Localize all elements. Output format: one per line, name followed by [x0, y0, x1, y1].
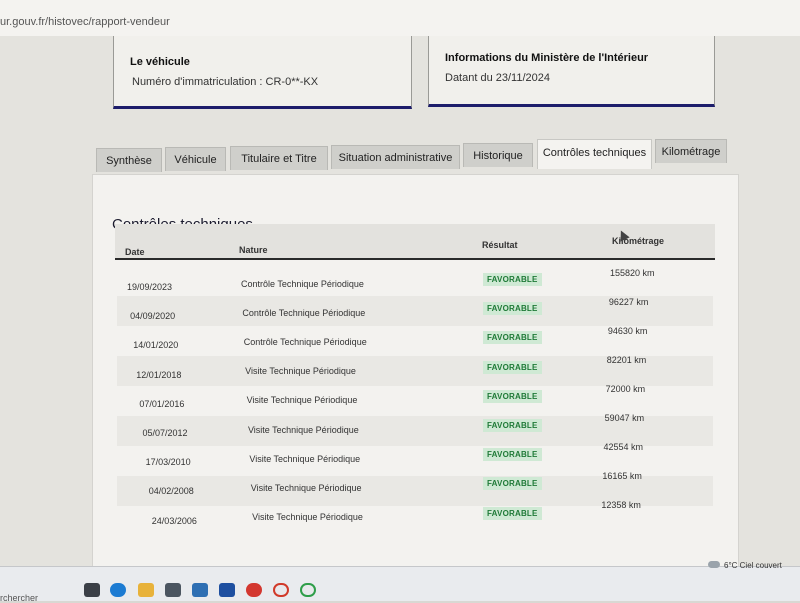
result-badge: FAVORABLE [483, 302, 542, 316]
cell-nature: Visite Technique Périodique [250, 482, 362, 493]
vehicle-card-title: Le véhicule [130, 56, 190, 68]
ministry-card: Informations du Ministère de l'Intérieur… [428, 36, 715, 107]
cell-nature: Contrôle Technique Périodique [242, 308, 366, 319]
cell-date: 19/09/2023 [127, 282, 173, 292]
edge-icon[interactable] [110, 583, 126, 597]
result-badge: FAVORABLE [483, 389, 542, 403]
chrome-icon[interactable] [273, 583, 289, 597]
table-row: 04/09/2020 Contrôle Technique Périodique F… [117, 296, 713, 326]
cell-nature: Visite Technique Périodique [252, 511, 363, 522]
tab-vehicule[interactable]: Véhicule [165, 147, 226, 171]
cell-nature: Visite Technique Périodique [249, 453, 361, 464]
tab-label: Véhicule [174, 154, 217, 166]
tab-label: Contrôles techniques [542, 147, 647, 159]
file-explorer-icon[interactable] [138, 583, 154, 597]
page-content: Le véhicule Numéro d'immatriculation : C… [0, 36, 800, 568]
plate-number: Numéro d'immatriculation : CR-0**-KX [132, 76, 319, 88]
cell-mileage: 94630 km [607, 326, 648, 336]
tab-situation[interactable]: Situation administrative [331, 145, 460, 169]
cell-nature: Visite Technique Périodique [247, 424, 359, 435]
table-row: 07/01/2016 Visite Technique Périodique FAV… [117, 384, 713, 416]
result-badge: FAVORABLE [483, 477, 542, 491]
tab-kilometrage[interactable]: Kilométrage [655, 139, 727, 163]
result-badge: FAVORABLE [483, 448, 542, 462]
tab-label: Titulaire et Titre [241, 153, 317, 165]
cell-mileage: 12358 km [601, 500, 641, 510]
cell-mileage: 16165 km [602, 471, 642, 481]
tab-synthese[interactable]: Synthèse [96, 148, 162, 172]
store-icon[interactable] [165, 583, 181, 597]
result-badge: FAVORABLE [483, 419, 542, 432]
tab-titulaire[interactable]: Titulaire et Titre [230, 146, 328, 170]
taskbar-search-text[interactable]: rchercher [0, 593, 38, 603]
launcher-l-icon[interactable] [219, 583, 235, 597]
table-row: 12/01/2018 Visite Technique Périodique FAV… [117, 355, 713, 386]
cell-nature: Contrôle Technique Périodique [241, 279, 364, 289]
cell-mileage: 42554 km [603, 442, 644, 452]
cell-date: 04/09/2020 [130, 311, 176, 322]
cell-mileage: 59047 km [604, 413, 645, 423]
tab-label: Situation administrative [338, 152, 453, 164]
task-view-icon[interactable] [84, 583, 100, 597]
table-row: 14/01/2020 Contrôle Technique Périodique F… [117, 326, 713, 356]
tab-controles-techniques[interactable]: Contrôles techniques [537, 139, 652, 169]
header-nature: Nature [239, 245, 268, 255]
table-row: 24/03/2006 Visite Technique Périodique FAV… [117, 500, 713, 536]
mail-icon[interactable] [192, 583, 208, 597]
cell-mileage: 82201 km [606, 355, 647, 365]
cell-mileage: 155820 km [610, 268, 655, 278]
tab-label: Kilométrage [661, 146, 721, 158]
vehicle-card: Le véhicule Numéro d'immatriculation : C… [113, 36, 412, 109]
cell-nature: Contrôle Technique Périodique [243, 337, 367, 348]
cell-date: 05/07/2012 [142, 428, 188, 438]
cell-mileage: 72000 km [605, 384, 646, 394]
address-bar[interactable]: ur.gouv.fr/histovec/rapport-vendeur [0, 0, 800, 37]
header-date: Date [125, 247, 145, 257]
tab-label: Historique [473, 150, 523, 162]
cell-date: 04/02/2008 [148, 486, 194, 497]
result-badge: FAVORABLE [483, 506, 542, 520]
cell-date: 24/03/2006 [151, 515, 197, 526]
red-app-icon[interactable] [246, 583, 262, 597]
tab-historique[interactable]: Historique [463, 143, 533, 167]
cell-nature: Visite Technique Périodique [245, 366, 356, 377]
result-badge: FAVORABLE [483, 331, 542, 345]
chrome-profile-icon[interactable] [300, 583, 316, 597]
cell-date: 17/03/2010 [145, 457, 191, 468]
url-text[interactable]: ur.gouv.fr/histovec/rapport-vendeur [0, 16, 170, 28]
ministry-date: Datant du 23/11/2024 [445, 72, 550, 84]
cloud-icon [708, 561, 720, 568]
result-badge: FAVORABLE [483, 273, 542, 286]
cell-date: 07/01/2016 [139, 398, 185, 409]
ministry-card-title: Informations du Ministère de l'Intérieur [445, 52, 649, 64]
header-result: Résultat [482, 240, 518, 250]
weather-text[interactable]: 6°C Ciel couvert [724, 561, 782, 570]
table-row: 19/09/2023 Contrôle Technique Périodique F… [117, 266, 713, 296]
cell-date: 14/01/2020 [133, 340, 179, 351]
cell-nature: Visite Technique Périodique [246, 395, 358, 406]
cell-mileage: 96227 km [608, 297, 649, 307]
tab-label: Synthèse [106, 155, 152, 167]
result-badge: FAVORABLE [483, 360, 542, 374]
cell-date: 12/01/2018 [136, 369, 182, 380]
